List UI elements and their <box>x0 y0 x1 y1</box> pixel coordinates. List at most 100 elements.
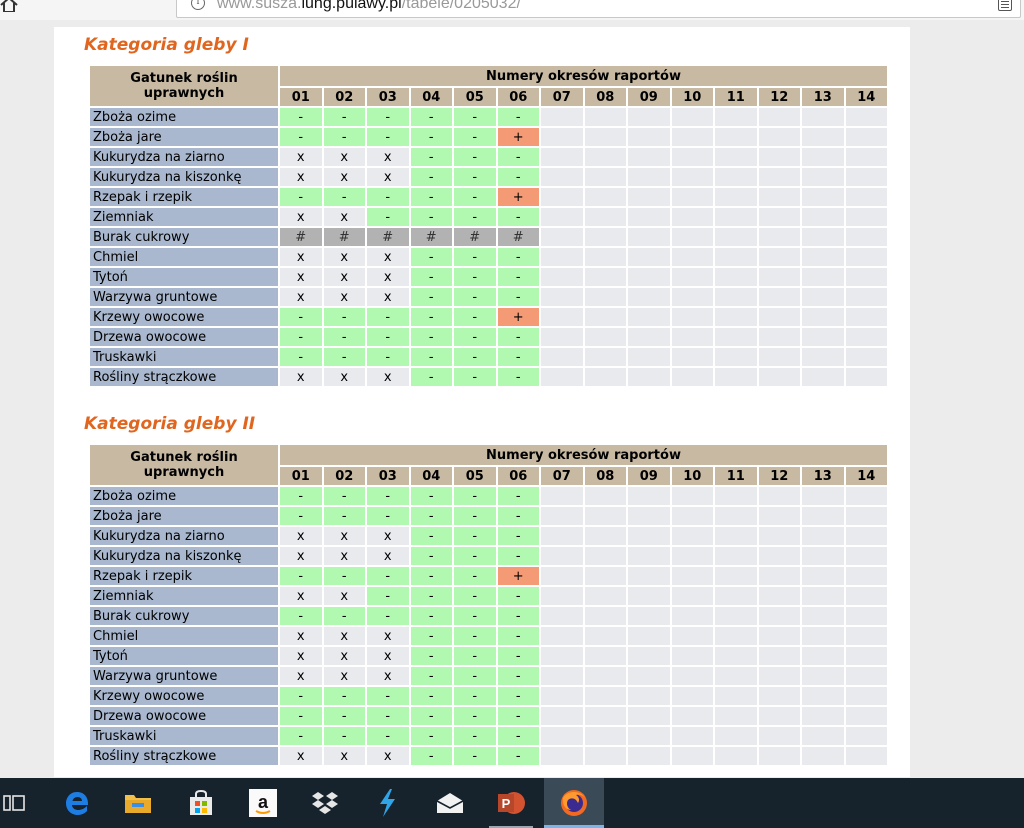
status-cell: - <box>454 268 496 286</box>
status-cell: x <box>280 268 322 286</box>
status-cell <box>671 527 713 545</box>
status-cell: - <box>497 487 539 505</box>
crop-name: Drzewa owocowe <box>90 328 278 346</box>
table-row: Chmiel x x x - - - <box>90 248 887 266</box>
status-cell: - <box>454 208 496 226</box>
address-bar[interactable]: i www.susza.iung.pulawy.pl/tabele/020503… <box>176 0 1021 18</box>
status-cell <box>802 308 844 326</box>
status-cell: # <box>497 228 539 246</box>
period-number-header: 14 <box>845 88 887 106</box>
crop-name: Ziemniak <box>90 208 278 226</box>
status-cell: - <box>497 507 539 525</box>
status-cell <box>671 128 713 146</box>
status-cell: x <box>323 268 365 286</box>
status-cell: - <box>367 328 409 346</box>
status-cell <box>584 667 626 685</box>
status-cell <box>758 248 800 266</box>
status-cell <box>802 587 844 605</box>
status-cell <box>628 208 670 226</box>
reader-view-icon[interactable] <box>998 0 1012 11</box>
status-cell: x <box>367 647 409 665</box>
status-cell: - <box>280 348 322 366</box>
crop-name: Krzewy owocowe <box>90 687 278 705</box>
status-cell: # <box>323 228 365 246</box>
site-info-icon[interactable]: i <box>191 0 205 10</box>
drought-table-1: Gatunek roślin uprawnych Numery okresów r… <box>88 64 889 388</box>
firefox-button[interactable] <box>544 778 604 828</box>
powerpoint-glyph: P <box>502 796 511 811</box>
mail-button[interactable] <box>420 778 480 828</box>
dropbox-button[interactable] <box>295 778 355 828</box>
table-row: Burak cukrowy # # # # # # <box>90 228 887 246</box>
status-cell: - <box>280 687 322 705</box>
crop-name: Rzepak i rzepik <box>90 567 278 585</box>
period-number-header: 07 <box>541 88 583 106</box>
status-cell: x <box>323 647 365 665</box>
table-row: Zboża jare - - - - - - <box>90 507 887 525</box>
status-cell <box>628 348 670 366</box>
status-cell <box>845 527 887 545</box>
table-row: Ziemniak x x - - - - <box>90 208 887 226</box>
status-cell <box>715 687 757 705</box>
status-cell: - <box>454 587 496 605</box>
status-cell <box>628 507 670 525</box>
status-cell <box>584 727 626 745</box>
status-cell <box>715 208 757 226</box>
home-icon[interactable] <box>0 0 22 14</box>
dropbox-icon <box>310 790 340 816</box>
crop-name: Kukurydza na ziarno <box>90 527 278 545</box>
store-button[interactable] <box>171 778 231 828</box>
status-cell: - <box>497 288 539 306</box>
lightning-app-button[interactable] <box>357 778 417 828</box>
status-cell: - <box>367 308 409 326</box>
table-row: Drzewa owocowe - - - - - - <box>90 328 887 346</box>
period-number-header: 06 <box>497 88 539 106</box>
status-cell <box>628 228 670 246</box>
file-explorer-button[interactable] <box>108 778 168 828</box>
status-cell <box>715 487 757 505</box>
status-cell <box>584 328 626 346</box>
crop-name: Drzewa owocowe <box>90 707 278 725</box>
table-row: Zboża jare - - - - - + <box>90 128 887 146</box>
status-cell: - <box>454 567 496 585</box>
period-number-header: 08 <box>584 467 626 485</box>
status-cell <box>584 627 626 645</box>
status-cell: - <box>454 168 496 186</box>
status-cell <box>671 168 713 186</box>
status-cell <box>671 667 713 685</box>
status-cell: # <box>454 228 496 246</box>
period-number-header: 14 <box>845 467 887 485</box>
status-cell: - <box>367 348 409 366</box>
status-cell: - <box>497 268 539 286</box>
amazon-button[interactable]: a <box>233 778 293 828</box>
task-view-button[interactable] <box>0 778 44 828</box>
status-cell <box>628 567 670 585</box>
status-cell <box>758 108 800 126</box>
period-number-header: 12 <box>758 467 800 485</box>
status-cell: - <box>280 308 322 326</box>
status-cell <box>715 328 757 346</box>
status-cell: - <box>454 547 496 565</box>
status-cell <box>802 328 844 346</box>
status-cell <box>715 627 757 645</box>
task-view-icon <box>3 793 25 813</box>
status-cell <box>802 288 844 306</box>
status-cell <box>758 208 800 226</box>
status-cell <box>715 288 757 306</box>
status-cell <box>541 567 583 585</box>
status-cell <box>758 268 800 286</box>
status-cell <box>584 268 626 286</box>
table-row: Kukurydza na kiszonkę x x x - - - <box>90 547 887 565</box>
status-cell: - <box>454 727 496 745</box>
crop-name: Kukurydza na ziarno <box>90 148 278 166</box>
status-cell: x <box>323 587 365 605</box>
powerpoint-button[interactable]: P <box>481 778 541 828</box>
status-cell <box>541 547 583 565</box>
status-cell <box>671 687 713 705</box>
status-cell: x <box>280 248 322 266</box>
crop-name: Truskawki <box>90 348 278 366</box>
address-url[interactable]: www.susza.iung.pulawy.pl/tabele/0205032/ <box>217 0 521 13</box>
status-cell <box>671 747 713 765</box>
status-cell: x <box>323 368 365 386</box>
edge-button[interactable] <box>47 778 107 828</box>
